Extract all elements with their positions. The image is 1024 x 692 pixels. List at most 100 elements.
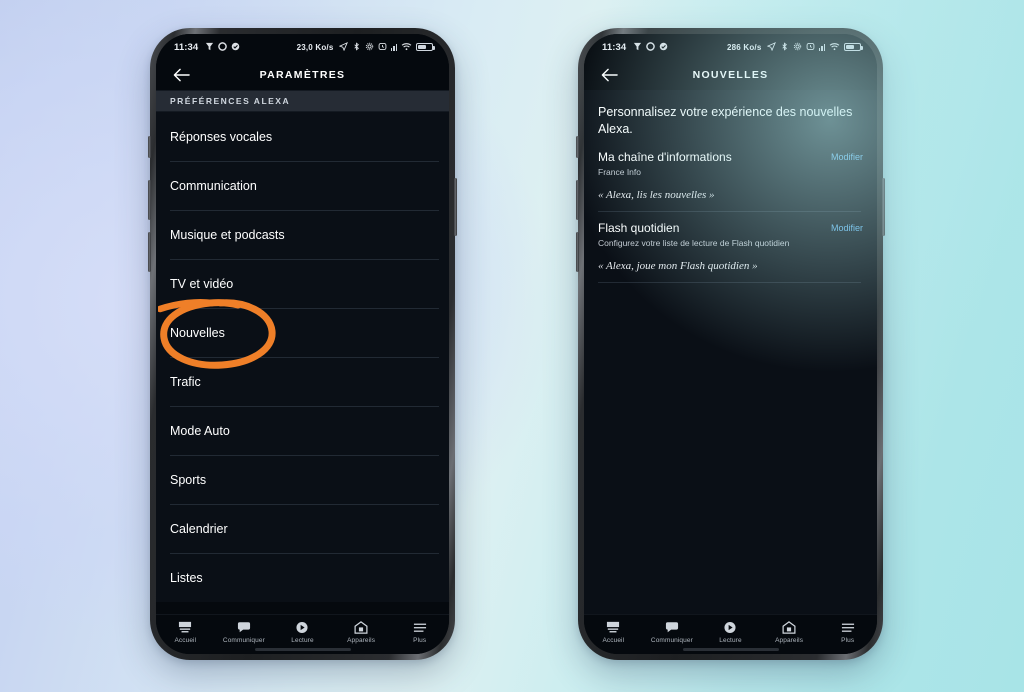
- list-item-label: Sports: [170, 472, 207, 487]
- list-item-label: Nouvelles: [170, 325, 225, 340]
- news-block-quote: « Alexa, joue mon Flash quotidien »: [598, 259, 758, 272]
- screenshot-stage: 11:34 23,0 Ko/s PARAMÈTRES PRÉFÉRENCES A…: [0, 0, 1024, 692]
- network-speed-label: 286 Ko/s: [726, 42, 762, 52]
- volume-down-button[interactable]: [148, 232, 151, 272]
- settings-gear-icon: [793, 42, 802, 53]
- signal-bars-icon: [390, 43, 397, 51]
- alarm-icon: [806, 42, 815, 53]
- chat-bubble-icon: [665, 620, 679, 635]
- home-indicator[interactable]: [254, 648, 351, 651]
- list-item[interactable]: Réponses vocales: [156, 112, 449, 161]
- volume-up-button[interactable]: [576, 180, 579, 220]
- wifi-icon: [401, 42, 412, 53]
- status-bar-left: 11:34: [602, 42, 668, 53]
- tab-label: Communiquer: [650, 637, 693, 644]
- devices-house-icon: [354, 620, 368, 635]
- tab-label: Plus: [841, 637, 855, 644]
- tab-accueil[interactable]: Accueil: [584, 620, 643, 644]
- tab-communiquer[interactable]: Communiquer: [215, 620, 274, 644]
- news-block-subtitle: Configurez votre liste de lecture de Fla…: [598, 237, 790, 248]
- bluetooth-icon: [780, 41, 789, 53]
- check-circle-icon: [231, 42, 240, 53]
- alarm-icon: [378, 42, 387, 53]
- status-bar: 11:34 23,0 Ko/s: [156, 34, 449, 60]
- tab-accueil[interactable]: Accueil: [156, 620, 215, 644]
- power-button[interactable]: [454, 178, 457, 236]
- battery-icon: [416, 42, 435, 52]
- list-item[interactable]: Mode Auto: [156, 406, 449, 455]
- status-bar: 11:34 286 Ko/s: [584, 34, 877, 60]
- news-block-texts: Flash quotidien Configurez votre liste d…: [598, 221, 831, 248]
- tab-appareils[interactable]: Appareils: [760, 620, 819, 644]
- tab-label: Communiquer: [222, 637, 265, 644]
- status-bar-right: 286 Ko/s: [726, 41, 863, 53]
- list-item[interactable]: Calendrier: [156, 504, 449, 553]
- back-button[interactable]: [598, 64, 620, 86]
- signal-bars-icon: [818, 43, 825, 51]
- status-bar-right: 23,0 Ko/s: [296, 41, 435, 53]
- battery-icon: [844, 42, 863, 52]
- list-item[interactable]: Communication: [156, 161, 449, 210]
- network-speed-label: 23,0 Ko/s: [296, 42, 334, 52]
- power-button[interactable]: [882, 178, 885, 236]
- home-indicator[interactable]: [682, 648, 779, 651]
- page-title: NOUVELLES: [692, 69, 769, 81]
- news-block-subtitle: France Info: [598, 166, 641, 177]
- news-block-row: Ma chaîne d'informations France Info Mod…: [598, 150, 863, 177]
- edit-link[interactable]: Modifier: [831, 150, 863, 162]
- tab-plus[interactable]: Plus: [818, 620, 877, 644]
- phone-device-news: 11:34 286 Ko/s NOUVELLES Personnalisez v…: [576, 28, 885, 660]
- list-item-label: Musique et podcasts: [170, 227, 285, 242]
- play-circle-icon: [295, 620, 309, 635]
- status-bar-left: 11:34: [174, 42, 240, 53]
- news-intro-text: Personnalisez votre expérience des nouve…: [598, 105, 853, 136]
- silent-switch-button[interactable]: [576, 136, 579, 158]
- list-item-label: Calendrier: [170, 521, 228, 536]
- app-header-news: NOUVELLES: [584, 60, 877, 90]
- edit-link[interactable]: Modifier: [831, 221, 863, 233]
- location-icon: [766, 41, 776, 53]
- app-header-settings: PARAMÈTRES: [156, 60, 449, 90]
- tab-lecture[interactable]: Lecture: [273, 620, 332, 644]
- chat-bubble-icon: [237, 620, 251, 635]
- tab-label: Lecture: [291, 637, 314, 644]
- devices-house-icon: [782, 620, 796, 635]
- phone-screen-settings: 11:34 23,0 Ko/s PARAMÈTRES PRÉFÉRENCES A…: [156, 34, 449, 654]
- settings-list: Réponses vocales Communication Musique e…: [156, 112, 449, 602]
- list-item[interactable]: TV et vidéo: [156, 259, 449, 308]
- list-item[interactable]: Sports: [156, 455, 449, 504]
- list-item[interactable]: Musique et podcasts: [156, 210, 449, 259]
- list-item[interactable]: Listes: [156, 553, 449, 602]
- divider: [598, 281, 861, 283]
- list-item[interactable]: Trafic: [156, 357, 449, 406]
- page-title: PARAMÈTRES: [259, 69, 346, 81]
- settings-gear-icon: [365, 42, 374, 53]
- list-item-label: Communication: [170, 178, 257, 193]
- phone-screen-news: 11:34 286 Ko/s NOUVELLES Personnalisez v…: [584, 34, 877, 654]
- tab-communiquer[interactable]: Communiquer: [643, 620, 702, 644]
- news-block-channel: Ma chaîne d'informations France Info Mod…: [598, 140, 863, 211]
- volume-up-button[interactable]: [148, 180, 151, 220]
- tab-label: Accueil: [174, 637, 197, 644]
- back-button[interactable]: [170, 64, 192, 86]
- wifi-icon: [829, 42, 840, 53]
- record-circle-icon: [646, 41, 656, 53]
- list-item-label: TV et vidéo: [170, 276, 234, 291]
- list-item-nouvelles[interactable]: Nouvelles: [156, 308, 449, 357]
- tab-label: Lecture: [719, 637, 742, 644]
- section-header-alexa-preferences: PRÉFÉRENCES ALEXA: [156, 90, 449, 112]
- bottom-tab-bar: Accueil Communiquer Lecture Appareils Pl…: [584, 614, 877, 654]
- volume-down-button[interactable]: [576, 232, 579, 272]
- tab-lecture[interactable]: Lecture: [701, 620, 760, 644]
- tab-plus[interactable]: Plus: [390, 620, 449, 644]
- tab-label: Appareils: [775, 637, 804, 644]
- list-item-label: Trafic: [170, 374, 201, 389]
- tab-label: Accueil: [602, 637, 625, 644]
- location-icon: [338, 41, 348, 53]
- hamburger-menu-icon: [413, 620, 427, 635]
- list-item-label: Réponses vocales: [170, 129, 273, 144]
- news-block-quote: « Alexa, lis les nouvelles »: [598, 188, 715, 201]
- tab-appareils[interactable]: Appareils: [332, 620, 391, 644]
- silent-switch-button[interactable]: [148, 136, 151, 158]
- vpn-icon: [633, 42, 642, 53]
